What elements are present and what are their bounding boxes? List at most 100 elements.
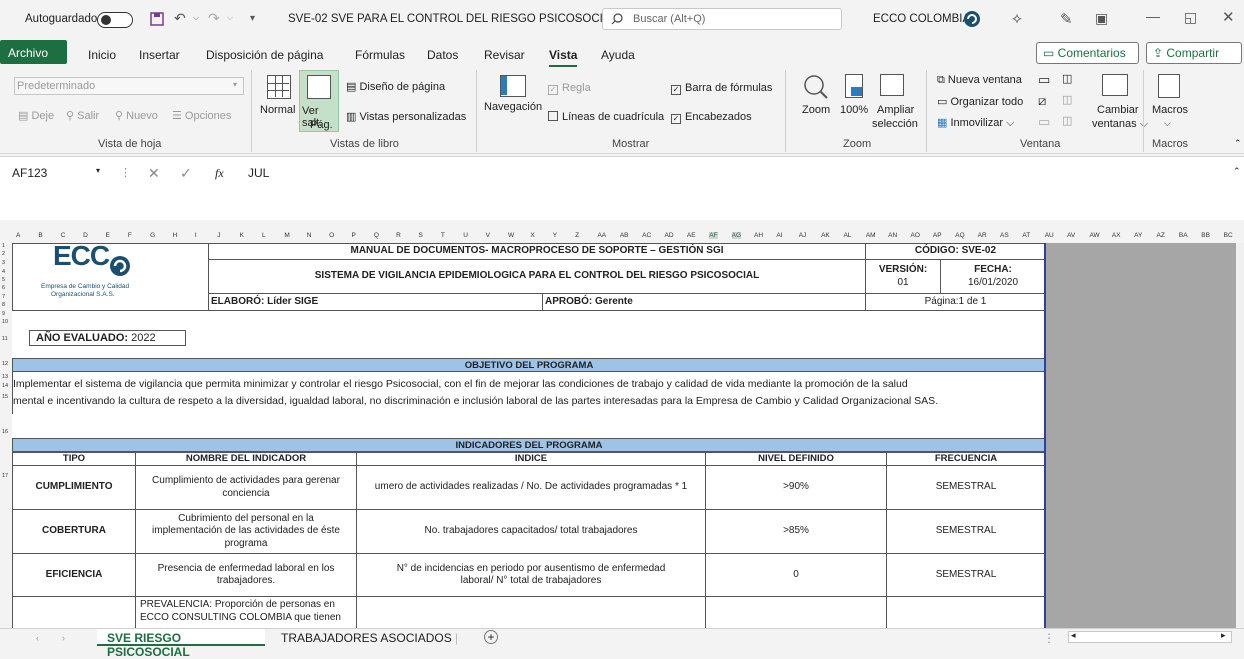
column-header[interactable]: E bbox=[105, 232, 109, 239]
row-header[interactable]: 2 bbox=[2, 251, 5, 257]
column-header[interactable]: BC bbox=[1224, 232, 1233, 239]
column-header[interactable]: X bbox=[530, 232, 534, 239]
column-header[interactable]: AD bbox=[665, 232, 674, 239]
restore-icon[interactable]: ◱ bbox=[1184, 9, 1197, 26]
column-header[interactable]: BB bbox=[1201, 232, 1210, 239]
zoom-100-button[interactable]: 100% bbox=[840, 104, 868, 116]
tab-sve-riesgo[interactable]: SVE RIESGO PSICOSOCIAL bbox=[97, 629, 265, 659]
close-icon[interactable]: ✕ bbox=[1222, 8, 1235, 26]
side-by-side-icon[interactable]: ◫ bbox=[1062, 72, 1072, 85]
filename-chevron-icon[interactable]: ⌵ bbox=[573, 13, 580, 24]
navigation-button[interactable]: Navegación bbox=[484, 101, 542, 113]
menu-datos[interactable]: Datos bbox=[427, 48, 458, 62]
row-header[interactable]: 7 bbox=[2, 294, 5, 300]
comments-button[interactable]: ▭ Comentarios bbox=[1036, 42, 1139, 64]
column-header[interactable]: AH bbox=[754, 232, 763, 239]
ruler-checkbox[interactable]: ✓ Regla bbox=[548, 82, 591, 95]
column-header[interactable]: L bbox=[262, 232, 266, 239]
column-header[interactable]: AY bbox=[1134, 232, 1142, 239]
column-header[interactable]: M bbox=[284, 232, 289, 239]
row-header[interactable]: 1 bbox=[2, 243, 5, 249]
column-header[interactable]: D bbox=[83, 232, 88, 239]
column-header[interactable]: J bbox=[217, 232, 220, 239]
hide-icon[interactable]: ⧄ bbox=[1038, 93, 1046, 109]
column-header[interactable]: AS bbox=[1000, 232, 1009, 239]
menu-revisar[interactable]: Revisar bbox=[484, 48, 525, 62]
row-header[interactable]: 6 bbox=[2, 285, 5, 291]
ribbon-display-icon[interactable]: ▣ bbox=[1095, 10, 1108, 27]
column-header[interactable]: AM bbox=[866, 232, 876, 239]
add-sheet-button[interactable]: + bbox=[484, 630, 498, 644]
column-header[interactable]: U bbox=[463, 232, 468, 239]
menu-archivo[interactable]: Archivo bbox=[0, 40, 67, 64]
freeze-panes-button[interactable]: ▦ Inmovilizar ⌵ bbox=[937, 116, 1014, 130]
diamond-icon[interactable]: ⟡ bbox=[1012, 10, 1022, 27]
switch-windows-button-1[interactable]: Cambiar bbox=[1097, 104, 1139, 116]
column-header[interactable]: Z bbox=[575, 232, 579, 239]
column-header[interactable]: AV bbox=[1067, 232, 1075, 239]
column-header[interactable]: F bbox=[128, 232, 132, 239]
row-header[interactable]: 13 bbox=[2, 374, 8, 380]
column-header[interactable]: B bbox=[38, 232, 42, 239]
column-header[interactable]: AF bbox=[709, 232, 718, 239]
menu-inicio[interactable]: Inicio bbox=[88, 48, 116, 62]
tab-trabajadores[interactable]: TRABAJADORES ASOCIADOS bbox=[281, 631, 452, 645]
tab-splitter[interactable]: ⋮ bbox=[1043, 631, 1055, 645]
column-header[interactable]: AP bbox=[933, 232, 942, 239]
row-header[interactable]: 15 bbox=[2, 394, 8, 400]
reset-position-icon[interactable]: ◫ bbox=[1062, 114, 1072, 127]
column-header[interactable]: BA bbox=[1179, 232, 1188, 239]
arrange-all-button[interactable]: ▭ Organizar todo bbox=[937, 95, 1023, 108]
row-header[interactable]: 16 bbox=[2, 429, 8, 435]
column-header[interactable]: G bbox=[150, 232, 155, 239]
column-header[interactable]: AE bbox=[687, 232, 696, 239]
keep-button[interactable]: ▤ Deje bbox=[18, 109, 54, 122]
formula-bar-checkbox[interactable]: ✓ Barra de fórmulas bbox=[671, 82, 772, 95]
column-header[interactable]: AR bbox=[978, 232, 987, 239]
avatar[interactable] bbox=[963, 10, 981, 28]
redo-icon[interactable]: ↷ bbox=[208, 10, 220, 27]
name-box-dropdown-icon[interactable]: ▾ bbox=[96, 166, 100, 175]
column-header[interactable]: AZ bbox=[1157, 232, 1165, 239]
enter-icon[interactable]: ✓ bbox=[180, 165, 192, 182]
vertical-scrollbar[interactable] bbox=[1236, 243, 1244, 628]
options-button[interactable]: ☰ Opciones bbox=[172, 109, 231, 122]
row-header[interactable]: 9 bbox=[2, 311, 5, 317]
next-sheet-icon[interactable]: › bbox=[62, 633, 65, 643]
column-header[interactable]: AU bbox=[1045, 232, 1054, 239]
collapse-ribbon-icon[interactable]: ⌃ bbox=[1234, 138, 1242, 149]
cancel-icon[interactable]: ✕ bbox=[148, 165, 160, 182]
search-box[interactable]: Buscar (Alt+Q) bbox=[602, 8, 842, 30]
custom-views-button[interactable]: ▥ Vistas personalizadas bbox=[346, 110, 466, 123]
customize-qat-icon[interactable]: ▾ bbox=[250, 13, 255, 24]
column-header[interactable]: AL bbox=[843, 232, 851, 239]
scroll-right-icon[interactable]: ▸ bbox=[1221, 630, 1226, 641]
zoom-selection-button-1[interactable]: Ampliar bbox=[877, 104, 914, 116]
row-header[interactable]: 10 bbox=[2, 319, 8, 325]
zoom-selection-button-2[interactable]: selección bbox=[872, 118, 918, 130]
name-box[interactable]: AF123 bbox=[12, 166, 102, 186]
page-layout-button[interactable]: ▤ Diseño de página bbox=[346, 80, 445, 93]
macros-button[interactable]: Macros bbox=[1152, 104, 1188, 116]
formula-content[interactable]: JUL bbox=[248, 166, 269, 180]
row-header[interactable]: 5 bbox=[2, 277, 5, 283]
split-icon[interactable]: ▭ bbox=[1038, 72, 1050, 88]
row-header[interactable]: 17 bbox=[2, 473, 8, 479]
row-header[interactable]: 11 bbox=[2, 336, 8, 342]
account-name[interactable]: ECCO COLOMBIA bbox=[873, 13, 970, 25]
row-header[interactable]: 3 bbox=[2, 260, 5, 266]
column-header[interactable]: AA bbox=[597, 232, 606, 239]
menu-formulas[interactable]: Fórmulas bbox=[355, 48, 405, 62]
file-name[interactable]: SVE-02 SVE PARA EL CONTROL DEL RIESGO PS… bbox=[288, 13, 617, 25]
menu-ayuda[interactable]: Ayuda bbox=[601, 48, 635, 62]
column-header[interactable]: A bbox=[16, 232, 20, 239]
sync-scroll-icon[interactable]: ◫ bbox=[1062, 93, 1072, 106]
pen-icon[interactable]: ✎ bbox=[1060, 10, 1073, 28]
expand-formula-icon[interactable]: ⌃ bbox=[1233, 166, 1241, 177]
new-window-button[interactable]: ⧉ Nueva ventana bbox=[937, 74, 1022, 87]
column-header[interactable]: Q bbox=[374, 232, 379, 239]
column-header[interactable]: AT bbox=[1022, 232, 1030, 239]
column-header[interactable]: C bbox=[61, 232, 66, 239]
page-break-view-button[interactable]: Ver salt. Pág. bbox=[299, 70, 339, 132]
column-header[interactable]: AX bbox=[1112, 232, 1121, 239]
